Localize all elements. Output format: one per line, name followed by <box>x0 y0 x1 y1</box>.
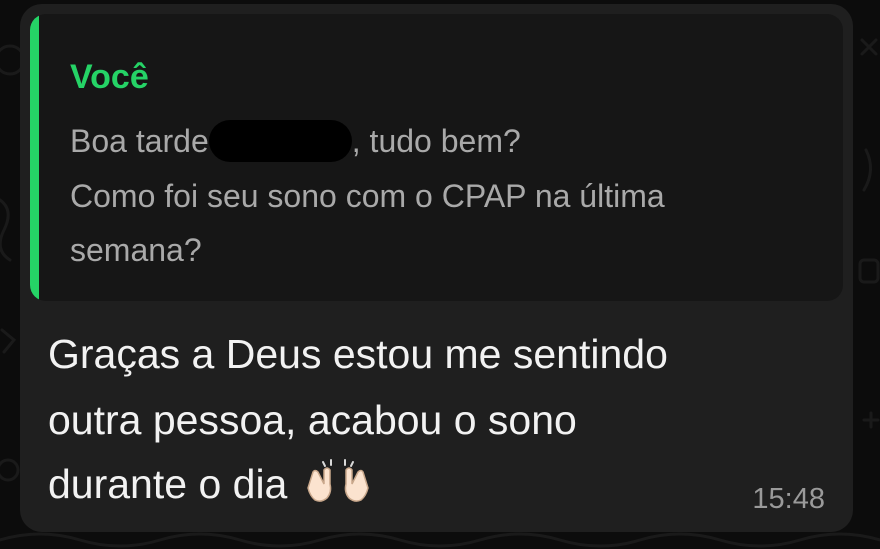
quote-line-3: semana? <box>70 232 202 268</box>
chat-background: Você Boa tarde , tudo bem? Como foi seu s… <box>0 0 880 549</box>
message-text-line-3-text: durante o dia <box>48 461 288 507</box>
message-text-line-2: outra pessoa, acabou o sono <box>48 397 577 443</box>
quote-author: Você <box>70 58 149 96</box>
quote-line-1-end: , tudo bem? <box>351 123 521 159</box>
quote-line-2: Como foi seu sono com o CPAP na última <box>70 178 665 214</box>
raising-hands-icon <box>306 459 369 503</box>
message-bubble[interactable]: Você Boa tarde , tudo bem? Como foi seu s… <box>20 4 853 532</box>
message-text-line-3: durante o dia <box>48 459 371 508</box>
redaction-mark <box>208 119 352 162</box>
message-timestamp: 15:48 <box>752 483 825 515</box>
message-text-line-1: Graças a Deus estou me sentindo <box>48 331 668 377</box>
quote-accent-bar <box>30 14 39 301</box>
quote-line-1-start: Boa tarde <box>70 123 209 159</box>
quoted-message[interactable]: Você Boa tarde , tudo bem? Como foi seu s… <box>30 14 843 301</box>
quote-line-1: Boa tarde , tudo bem? <box>70 119 521 162</box>
